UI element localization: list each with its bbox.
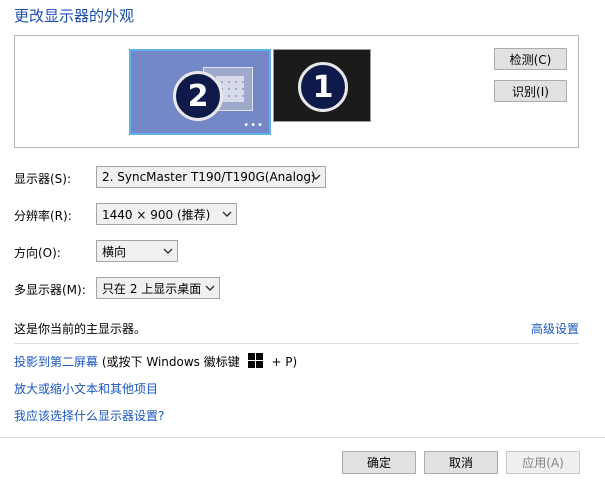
resolution-select[interactable]: 1440 × 900 (推荐) xyxy=(96,203,237,225)
resolution-label: 分辨率(R): xyxy=(14,209,72,223)
primary-display-text: 这是你当前的主显示器。 xyxy=(14,322,147,336)
advanced-settings-link[interactable]: 高级设置 xyxy=(531,320,579,337)
monitor-2-number: 2 xyxy=(173,71,223,121)
display-select-value: 2. SyncMaster T190/T190G(Analog) xyxy=(102,170,316,184)
orientation-select-value: 横向 xyxy=(102,244,127,259)
project-row: 投影到第二屏幕 (或按下 Windows 徽标键 + P) xyxy=(14,353,297,370)
display-label: 显示器(S): xyxy=(14,172,72,186)
apply-button[interactable]: 应用(A) xyxy=(506,451,580,474)
project-hint-pre: (或按下 Windows 徽标键 xyxy=(101,355,240,369)
project-hint-post: + P) xyxy=(271,355,298,369)
chevron-down-icon xyxy=(163,248,173,254)
footer-divider xyxy=(0,437,605,438)
project-link[interactable]: 投影到第二屏幕 xyxy=(14,355,98,369)
detect-button[interactable]: 检测(C) xyxy=(494,48,567,70)
monitor-2-tile[interactable]: 2 ••• xyxy=(129,49,271,135)
monitor-2-dots-icon: ••• xyxy=(243,120,264,131)
which-settings-link[interactable]: 我应该选择什么显示器设置? xyxy=(14,407,164,424)
multi-display-label: 多显示器(M): xyxy=(14,283,86,297)
monitor-1-number: 1 xyxy=(298,62,348,112)
windows-logo-icon xyxy=(247,353,264,368)
divider xyxy=(14,343,579,344)
multi-display-select-value: 只在 2 上显示桌面 xyxy=(102,281,202,296)
orientation-label: 方向(O): xyxy=(14,246,61,260)
cancel-button[interactable]: 取消 xyxy=(424,451,498,474)
chevron-down-icon xyxy=(222,211,232,217)
monitor-1-tile[interactable]: 1 xyxy=(273,49,371,122)
chevron-down-icon xyxy=(205,285,215,291)
display-select[interactable]: 2. SyncMaster T190/T190G(Analog) xyxy=(96,166,326,188)
monitor-preview-area: 2 ••• 1 检测(C) 识别(I) xyxy=(14,35,579,148)
enlarge-text-link[interactable]: 放大或缩小文本和其他项目 xyxy=(14,380,158,397)
identify-button[interactable]: 识别(I) xyxy=(494,80,567,102)
chevron-down-icon xyxy=(311,174,321,180)
multi-display-select[interactable]: 只在 2 上显示桌面 xyxy=(96,277,220,299)
orientation-select[interactable]: 横向 xyxy=(96,240,178,262)
page-title: 更改显示器的外观 xyxy=(14,7,135,25)
resolution-select-value: 1440 × 900 (推荐) xyxy=(102,207,211,222)
ok-button[interactable]: 确定 xyxy=(342,451,416,474)
